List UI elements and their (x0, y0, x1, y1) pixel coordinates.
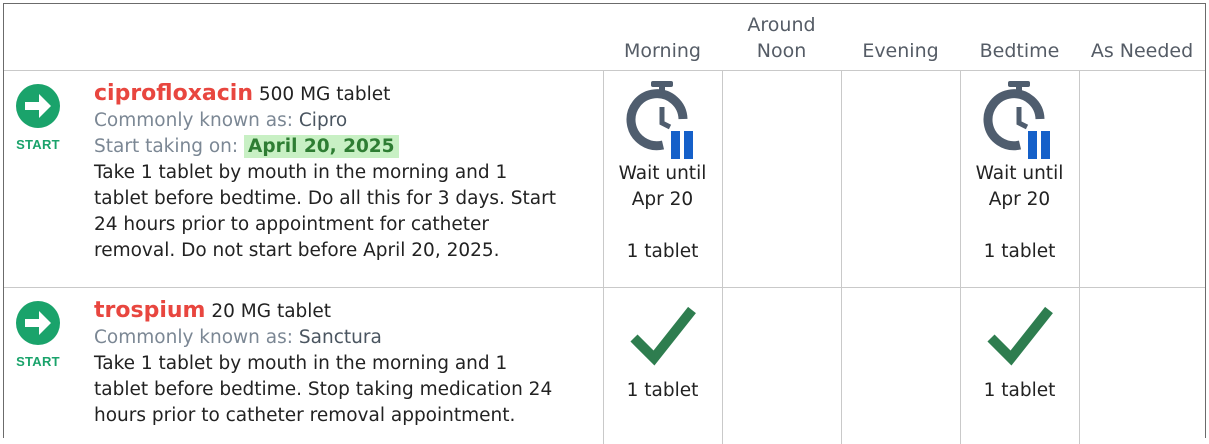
medication-schedule-table: Morning Around Noon Evening Bedtime As N… (4, 4, 1205, 444)
column-header-morning: Morning (603, 4, 722, 71)
instructions-line: tablet before bedtime. Do all this for 3… (94, 186, 585, 212)
instructions-line: removal. Do not start before April 20, 2… (94, 238, 585, 264)
column-header-as-needed: As Needed (1079, 4, 1205, 71)
slot-as-needed (1079, 71, 1205, 288)
checkmark-icon (985, 302, 1055, 368)
wait-until-date: Apr 20 (961, 187, 1079, 213)
wait-until-text: Wait until (604, 161, 722, 187)
slot-evening (841, 288, 960, 444)
schedule-header-row: Morning Around Noon Evening Bedtime As N… (4, 4, 1205, 71)
start-date-highlight: April 20, 2025 (244, 135, 399, 158)
start-label: START (14, 354, 62, 369)
dose-text: 1 tablet (961, 239, 1079, 265)
brand-name: Cipro (299, 110, 347, 131)
medication-info-cell: START ciprofloxacin 500 MG tablet Common… (4, 71, 603, 288)
medication-title: ciprofloxacin 500 MG tablet (94, 81, 585, 108)
medication-column-header (4, 4, 603, 71)
column-header-around-noon-label: Around Noon (742, 12, 822, 64)
slot-bedtime: Wait until Apr 20 1 tablet (960, 71, 1079, 288)
column-header-bedtime: Bedtime (960, 4, 1079, 71)
drug-name: ciprofloxacin (94, 81, 253, 106)
slot-morning: 1 tablet (603, 288, 722, 444)
known-as-label: Commonly known as: (94, 110, 293, 131)
arrow-right-circle-icon (15, 83, 61, 129)
drug-strength: 20 MG tablet (211, 301, 331, 322)
dose-text: 1 tablet (604, 378, 722, 404)
medication-details: ciprofloxacin 500 MG tablet Commonly kno… (94, 81, 585, 264)
brand-name: Sanctura (299, 327, 382, 348)
drug-strength: 500 MG tablet (259, 84, 390, 105)
instructions-line: tablet before bedtime. Stop taking medic… (94, 377, 585, 403)
dose-text: 1 tablet (604, 239, 722, 265)
column-header-around-noon: Around Noon (722, 4, 841, 71)
start-badge: START (14, 300, 62, 369)
slot-morning: Wait until Apr 20 1 tablet (603, 71, 722, 288)
medication-row: START trospium 20 MG tablet Commonly kno… (4, 288, 1205, 444)
wait-until-date: Apr 20 (604, 187, 722, 213)
instructions-line: Take 1 tablet by mouth in the morning an… (94, 351, 585, 377)
column-header-evening: Evening (841, 4, 960, 71)
slot-evening (841, 71, 960, 288)
start-taking-label: Start taking on: (94, 136, 238, 157)
instructions-line: hours prior to catheter removal appointm… (94, 403, 585, 429)
medication-info-cell: START trospium 20 MG tablet Commonly kno… (4, 288, 603, 444)
start-taking-on: Start taking on: April 20, 2025 (94, 134, 585, 160)
instructions-line: Take 1 tablet by mouth in the morning an… (94, 160, 585, 186)
medication-row: START ciprofloxacin 500 MG tablet Common… (4, 71, 1205, 288)
medication-details: trospium 20 MG tablet Commonly known as:… (94, 298, 585, 429)
commonly-known-as: Commonly known as: Cipro (94, 108, 585, 134)
wait-until-text: Wait until (961, 161, 1079, 187)
dose-text: 1 tablet (961, 378, 1079, 404)
slot-around-noon (722, 71, 841, 288)
commonly-known-as: Commonly known as: Sanctura (94, 325, 585, 351)
start-label: START (14, 137, 62, 152)
slot-bedtime: 1 tablet (960, 288, 1079, 444)
known-as-label: Commonly known as: (94, 327, 293, 348)
checkmark-icon (628, 302, 698, 368)
medication-schedule-panel: Morning Around Noon Evening Bedtime As N… (3, 3, 1206, 438)
start-badge: START (14, 83, 62, 152)
slot-around-noon (722, 288, 841, 444)
medication-title: trospium 20 MG tablet (94, 298, 585, 325)
drug-name: trospium (94, 298, 205, 323)
slot-as-needed (1079, 288, 1205, 444)
instructions-line: 24 hours prior to appointment for cathet… (94, 212, 585, 238)
timer-pause-icon (982, 79, 1058, 161)
arrow-right-circle-icon (15, 300, 61, 346)
timer-pause-icon (625, 79, 701, 161)
